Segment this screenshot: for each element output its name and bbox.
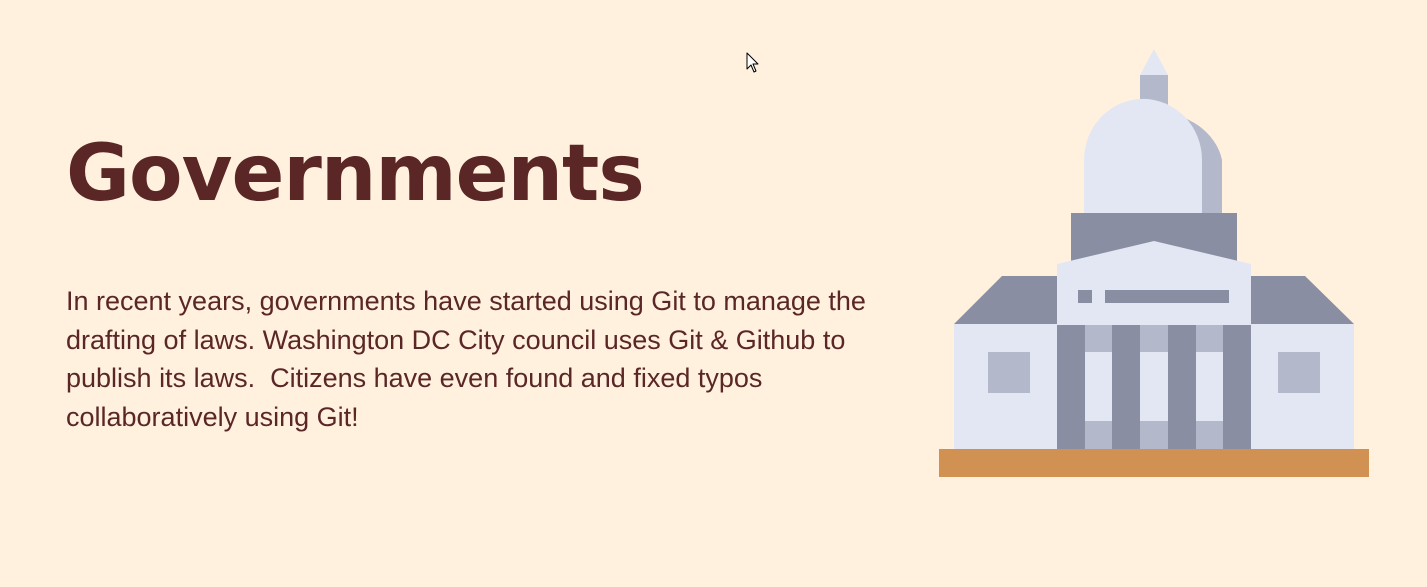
slide: Governments In recent years, governments… [0, 0, 1427, 587]
slide-title: Governments [66, 129, 645, 219]
mouse-pointer-icon [746, 52, 759, 73]
slide-body-text: In recent years, governments have starte… [66, 286, 874, 432]
government-building-icon [939, 49, 1369, 477]
